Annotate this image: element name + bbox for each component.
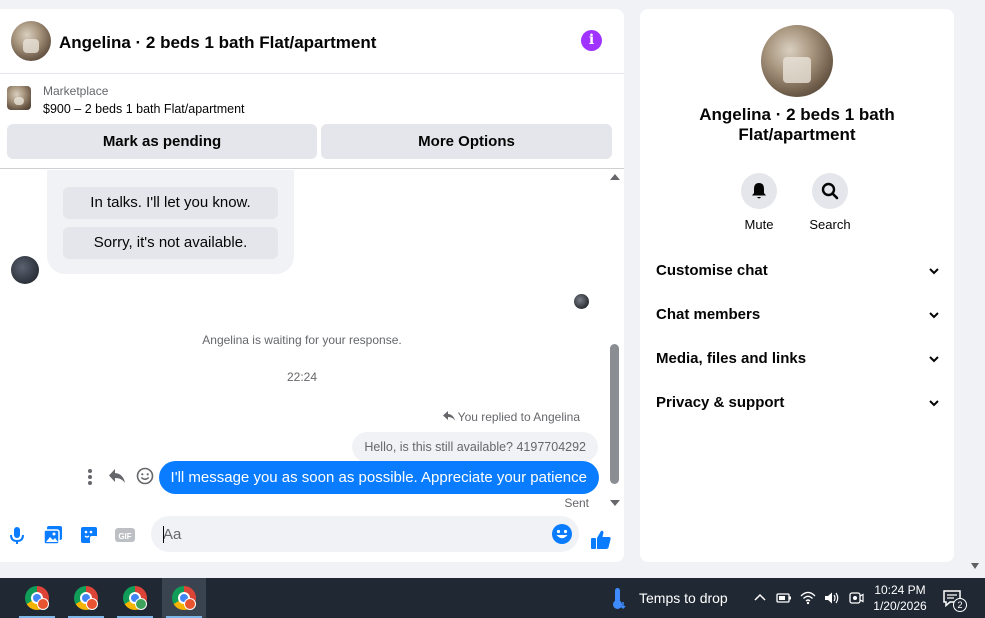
- profile-avatar[interactable]: [761, 25, 833, 97]
- listing-avatar[interactable]: [11, 21, 51, 61]
- react-smile-icon[interactable]: [136, 467, 156, 487]
- quick-reply-in-talks[interactable]: In talks. I'll let you know.: [63, 187, 278, 219]
- sent-status: Sent: [564, 496, 589, 510]
- sender-avatar[interactable]: [11, 256, 39, 284]
- reply-context-label: You replied to Angelina: [442, 410, 580, 424]
- scroll-thumb[interactable]: [610, 344, 619, 484]
- taskbar-chrome-1[interactable]: [15, 578, 59, 618]
- chevron-down-icon: [929, 400, 939, 407]
- marketplace-label: Marketplace: [43, 84, 109, 98]
- chat-panel: Angelina · 2 beds 1 bath Flat/apartment …: [0, 9, 624, 562]
- bell-icon: [752, 183, 766, 199]
- more-options-button[interactable]: More Options: [321, 124, 612, 159]
- message-thread: In talks. I'll let you know. Sorry, it's…: [0, 170, 624, 510]
- chevron-down-icon: [929, 268, 939, 275]
- volume-icon[interactable]: [824, 590, 840, 606]
- svg-text:GIF: GIF: [118, 532, 131, 541]
- message-composer: GIF: [0, 511, 624, 561]
- clock-time: 10:24 PM: [874, 583, 926, 597]
- section-media-files-links[interactable]: Media, files and links: [656, 339, 940, 379]
- mark-as-pending-button[interactable]: Mark as pending: [7, 124, 317, 159]
- listing-thumbnail[interactable]: [7, 86, 31, 110]
- info-icon[interactable]: i: [581, 30, 602, 51]
- mute-action[interactable]: Mute: [729, 173, 789, 232]
- reply-icon[interactable]: [108, 468, 128, 486]
- message-input[interactable]: [163, 516, 543, 552]
- listing-price[interactable]: $900 – 2 beds 1 bath Flat/apartment: [43, 102, 245, 116]
- clock-date: 1/20/2026: [873, 599, 927, 613]
- info-title: Angelina · 2 beds 1 bath Flat/apartment: [699, 105, 895, 144]
- section-chat-members[interactable]: Chat members: [656, 295, 940, 335]
- scroll-down-arrow[interactable]: [610, 500, 620, 506]
- my-message-bubble[interactable]: I'll message you as soon as possible. Ap…: [158, 461, 599, 494]
- microphone-icon[interactable]: [6, 524, 28, 546]
- message-input-box[interactable]: [151, 516, 579, 552]
- page-scroll-down-arrow[interactable]: [971, 563, 979, 569]
- waiting-notice: Angelina is waiting for your response.: [202, 333, 402, 347]
- marketplace-listing-bar: Marketplace $900 – 2 beds 1 bath Flat/ap…: [0, 75, 624, 169]
- replied-text: You replied to Angelina: [457, 410, 580, 424]
- conversation-info-panel: Angelina · 2 beds 1 bath Flat/apartment …: [640, 9, 954, 562]
- seen-indicator-avatar: [574, 294, 589, 309]
- system-clock[interactable]: 10:24 PM 1/20/2026: [868, 582, 932, 614]
- profile-badge: [184, 598, 196, 610]
- taskbar-chrome-4[interactable]: [162, 578, 206, 618]
- search-label: Search: [809, 217, 851, 232]
- section-label: Media, files and links: [656, 350, 807, 367]
- search-action[interactable]: Search: [800, 173, 860, 232]
- message-actions: [82, 467, 162, 487]
- section-label: Customise chat: [656, 262, 768, 279]
- text-caret: [163, 526, 164, 543]
- thumbs-up-icon[interactable]: [590, 529, 612, 551]
- notification-count-badge: 2: [953, 598, 967, 612]
- section-label: Chat members: [656, 306, 761, 323]
- taskbar-chrome-3[interactable]: [113, 578, 157, 618]
- profile-badge: [86, 598, 98, 610]
- chevron-up-icon[interactable]: [752, 590, 768, 606]
- message-timestamp: 22:24: [286, 370, 318, 384]
- battery-icon[interactable]: [776, 590, 792, 606]
- profile-badge: [37, 598, 49, 610]
- thermometer-icon[interactable]: [610, 586, 628, 610]
- wifi-icon[interactable]: [800, 590, 816, 606]
- mute-button[interactable]: [741, 173, 777, 209]
- search-button[interactable]: [812, 173, 848, 209]
- chevron-down-icon: [929, 312, 939, 319]
- windows-taskbar: Temps to drop 10:24 PM 1/20/2026 2: [0, 578, 985, 618]
- section-customise-chat[interactable]: Customise chat: [656, 251, 940, 291]
- sticker-icon[interactable]: [78, 524, 100, 546]
- chevron-down-icon: [929, 356, 939, 363]
- chat-title[interactable]: Angelina · 2 beds 1 bath Flat/apartment: [59, 33, 376, 53]
- chat-header: Angelina · 2 beds 1 bath Flat/apartment …: [0, 9, 624, 74]
- section-label: Privacy & support: [656, 394, 785, 411]
- emoji-icon[interactable]: [551, 523, 573, 545]
- weather-label[interactable]: Temps to drop: [639, 590, 728, 606]
- profile-badge: [135, 598, 147, 610]
- reply-arrow-icon: [442, 410, 455, 424]
- camera-privacy-icon[interactable]: [848, 590, 864, 606]
- photo-icon[interactable]: [42, 524, 64, 546]
- search-icon: [821, 182, 839, 200]
- thread-scrollbar[interactable]: [608, 174, 622, 506]
- quoted-message[interactable]: Hello, is this still available? 41977042…: [352, 432, 598, 462]
- quick-reply-not-available[interactable]: Sorry, it's not available.: [63, 227, 278, 259]
- gif-icon[interactable]: GIF: [114, 524, 136, 546]
- more-dots-icon[interactable]: [86, 469, 94, 485]
- section-privacy-support[interactable]: Privacy & support: [656, 383, 940, 423]
- quick-replies-card: In talks. I'll let you know. Sorry, it's…: [47, 170, 294, 274]
- taskbar-chrome-2[interactable]: [64, 578, 108, 618]
- scroll-up-arrow[interactable]: [610, 174, 620, 180]
- mute-label: Mute: [744, 217, 774, 232]
